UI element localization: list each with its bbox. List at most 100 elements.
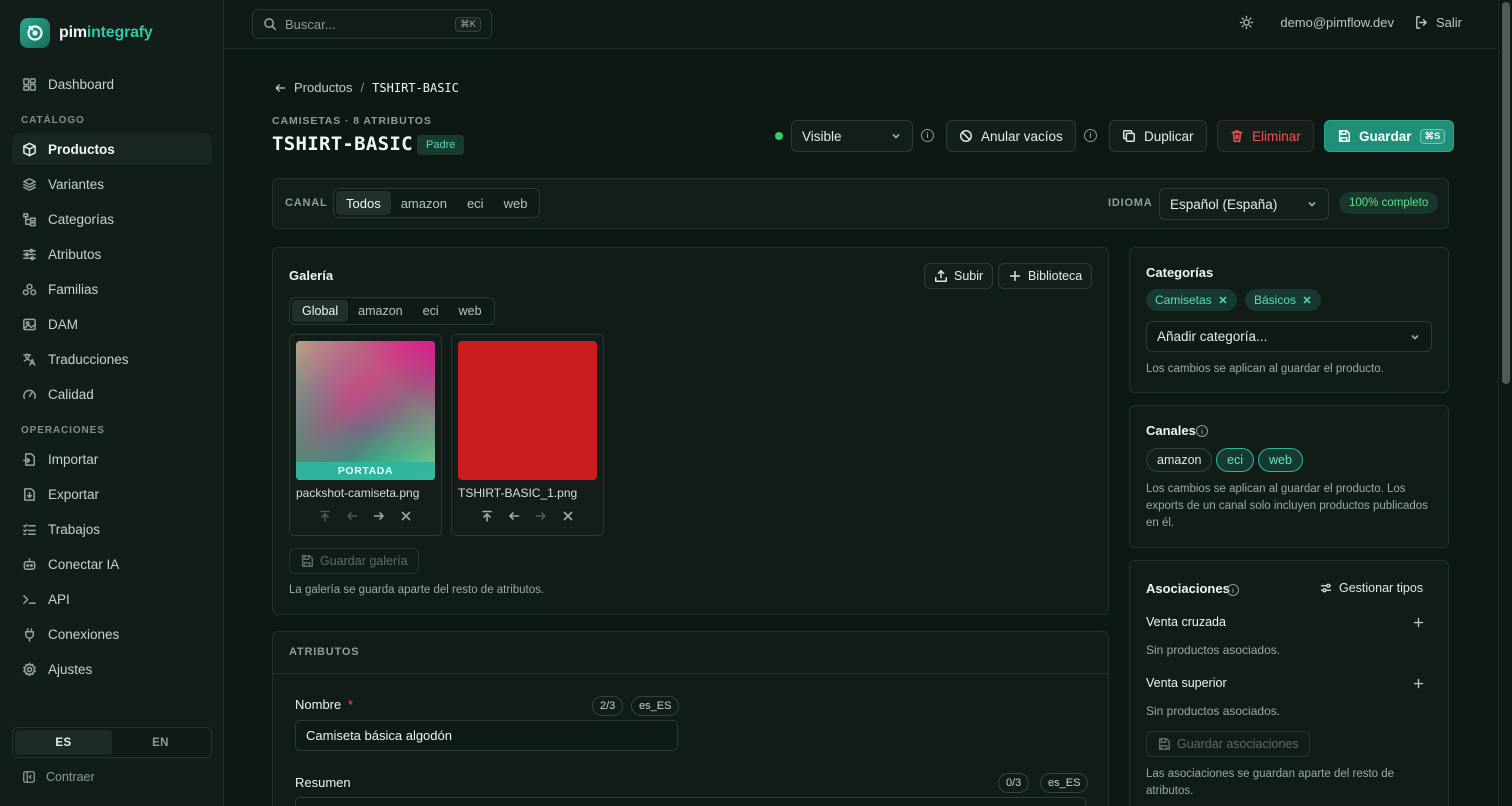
clear-empty-info-icon[interactable]: i — [1084, 129, 1097, 142]
gallery-image-card[interactable]: TSHIRT-BASIC_1.png — [451, 334, 604, 536]
logout-icon — [1416, 16, 1427, 29]
name-field-label: Nombre * — [295, 697, 353, 712]
set-cover-button[interactable] — [481, 510, 494, 523]
move-left-button[interactable] — [346, 510, 359, 523]
copy-icon — [1123, 130, 1135, 142]
nav-conexiones[interactable]: Conexiones — [12, 618, 212, 650]
collapse-sidebar-button[interactable]: Contraer — [22, 770, 95, 784]
add-cross-sell-icon[interactable] — [1413, 617, 1424, 628]
cross-sell-empty: Sin productos asociados. — [1146, 643, 1281, 657]
associations-info-icon[interactable]: i — [1227, 584, 1239, 596]
image-filename: TSHIRT-BASIC_1.png — [458, 486, 578, 500]
nav-conectar-ia[interactable]: Conectar IA — [12, 548, 212, 580]
associations-note: Las asociaciones se guardan aparte del r… — [1146, 768, 1395, 797]
channel-pill-amazon[interactable]: amazon — [1146, 448, 1213, 472]
channels-info-icon[interactable]: i — [1196, 425, 1208, 437]
move-left-button[interactable] — [508, 510, 521, 523]
channel-tab-web[interactable]: web — [494, 191, 538, 215]
plug-icon — [25, 627, 34, 642]
channel-pill-web[interactable]: web — [1258, 448, 1303, 472]
clear-empty-button[interactable]: Anular vacíos — [946, 120, 1076, 152]
nav-calidad[interactable]: Calidad — [12, 378, 212, 410]
nav-atributos[interactable]: Atributos — [12, 238, 212, 270]
summary-input[interactable] — [295, 797, 1086, 806]
duplicate-button[interactable]: Duplicar — [1109, 120, 1207, 152]
remove-chip-icon[interactable] — [1218, 295, 1228, 305]
channel-tab-eci[interactable]: eci — [457, 191, 494, 215]
channel-pill-eci[interactable]: eci — [1216, 448, 1254, 472]
search-input[interactable] — [285, 16, 448, 32]
duplicate-label: Duplicar — [1144, 128, 1194, 144]
manage-types-button[interactable]: Gestionar tipos — [1320, 581, 1423, 595]
save-associations-button[interactable]: Guardar asociaciones — [1146, 731, 1310, 757]
upload-button[interactable]: Subir — [924, 263, 994, 289]
app-name: pimintegrafy — [59, 24, 153, 41]
visibility-info-icon[interactable]: i — [921, 129, 934, 142]
set-cover-button[interactable] — [319, 510, 332, 523]
family-icon — [22, 283, 37, 295]
gallery-tab-web[interactable]: web — [449, 300, 492, 322]
add-up-sell-icon[interactable] — [1413, 678, 1424, 689]
delete-button[interactable]: Eliminar — [1217, 120, 1314, 152]
nav-productos[interactable]: Productos — [12, 133, 212, 165]
tree-icon — [23, 212, 36, 226]
image-actions — [452, 510, 603, 523]
nav-ajustes[interactable]: Ajustes — [12, 653, 212, 685]
add-category-select[interactable]: Añadir categoría... — [1146, 321, 1432, 352]
save-button[interactable]: Guardar ⌘S — [1324, 120, 1455, 152]
search-box[interactable]: ⌘K — [252, 9, 492, 39]
gallery-tab-eci[interactable]: eci — [413, 300, 449, 322]
trash-icon — [1231, 130, 1243, 142]
plus-icon — [1009, 270, 1021, 282]
nav-label: Conexiones — [48, 626, 120, 642]
app-logo[interactable]: pimintegrafy — [20, 18, 153, 48]
nav-dashboard[interactable]: Dashboard — [12, 68, 212, 100]
remove-chip-icon[interactable] — [1302, 295, 1312, 305]
nav-familias[interactable]: Familias — [12, 273, 212, 305]
breadcrumb-parent-link[interactable]: Productos — [294, 80, 353, 95]
gallery-tab-amazon[interactable]: amazon — [348, 300, 412, 322]
nav-label: Ajustes — [48, 661, 93, 677]
save-gallery-button[interactable]: Guardar galería — [289, 548, 419, 574]
attributes-title: ATRIBUTOS — [289, 646, 360, 658]
gallery-image-card[interactable]: PORTADA packshot-camiseta.png — [289, 334, 442, 536]
logout-button[interactable]: Salir — [1414, 15, 1462, 30]
nav-api[interactable]: API — [12, 583, 212, 615]
nav-dam[interactable]: DAM — [12, 308, 212, 340]
nav-trabajos[interactable]: Trabajos — [12, 513, 212, 545]
remove-image-button[interactable] — [400, 510, 413, 523]
user-email[interactable]: demo@pimflow.dev — [1280, 15, 1394, 30]
remove-image-button[interactable] — [562, 510, 575, 523]
channel-label: CANAL — [285, 197, 328, 209]
channel-tab-todos[interactable]: Todos — [336, 191, 391, 215]
nav-importar[interactable]: Importar — [12, 443, 212, 475]
language-select[interactable]: Español (España) — [1159, 188, 1329, 220]
library-button[interactable]: Biblioteca — [998, 263, 1093, 289]
page-title: TSHIRT-BASIC — [272, 133, 413, 155]
up-sell-label: Venta superior — [1146, 676, 1227, 690]
image-thumbnail[interactable] — [458, 341, 597, 480]
scrollbar-thumb[interactable] — [1502, 2, 1510, 384]
gallery-tab-global[interactable]: Global — [292, 300, 349, 322]
channel-tab-amazon[interactable]: amazon — [391, 191, 457, 215]
name-input[interactable]: Camiseta básica algodón — [295, 720, 678, 751]
nav-exportar[interactable]: Exportar — [12, 478, 212, 510]
theme-toggle-icon[interactable] — [1239, 15, 1254, 30]
move-right-button[interactable] — [535, 510, 548, 523]
nav-traducciones[interactable]: Traducciones — [12, 343, 212, 375]
lang-en-button[interactable]: EN — [112, 730, 209, 755]
visibility-select[interactable]: Visible — [791, 120, 913, 152]
arrow-right-icon — [373, 512, 384, 520]
move-right-button[interactable] — [373, 510, 386, 523]
image-thumbnail[interactable]: PORTADA — [296, 341, 435, 480]
nav-variantes[interactable]: Variantes — [12, 168, 212, 200]
nav-categorias[interactable]: Categorías — [12, 203, 212, 235]
gallery-note: La galería se guarda aparte del resto de… — [289, 584, 545, 596]
required-marker: * — [347, 697, 353, 712]
save-icon — [1338, 130, 1350, 142]
lang-es-button[interactable]: ES — [15, 730, 112, 755]
name-count-tag: 2/3 — [592, 696, 624, 716]
page-scrollbar[interactable] — [1498, 0, 1512, 806]
arrow-left-icon[interactable] — [274, 82, 286, 94]
sidebar: pimintegrafy Dashboard CATÁLOGO Producto… — [0, 0, 224, 806]
